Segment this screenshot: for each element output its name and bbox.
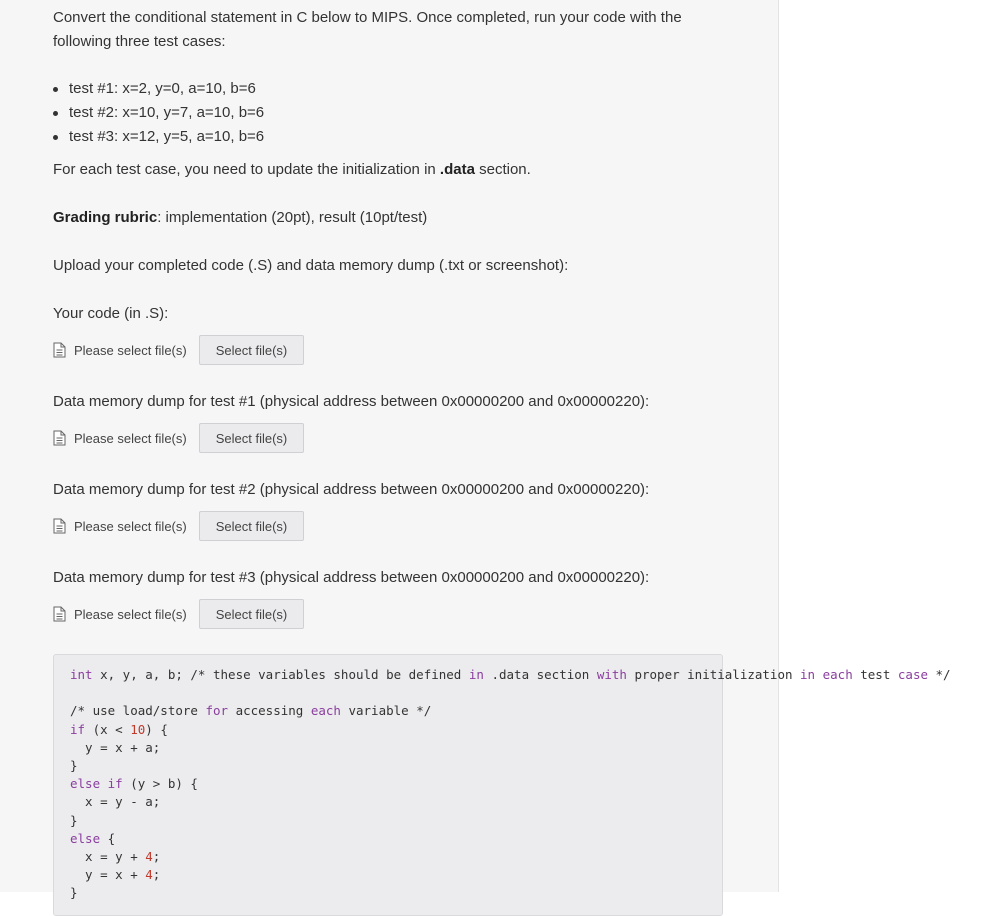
code-line: if (x < 10) { [70, 721, 168, 737]
code-line: else { [70, 830, 116, 846]
upload-label-test1: Data memory dump for test #1 (physical a… [53, 393, 650, 410]
test-case-list: test #1: x=2, y=0, a=10, b=6 test #2: x=… [52, 77, 264, 149]
list-item: test #2: x=10, y=7, a=10, b=6 [52, 101, 264, 125]
file-placeholder: Please select file(s) [74, 518, 187, 534]
file-uploader-test3: Please select file(s) Select file(s) [53, 598, 305, 630]
file-placeholder: Please select file(s) [74, 342, 187, 358]
select-files-button[interactable]: Select file(s) [198, 599, 305, 629]
code-line: } [70, 812, 78, 828]
list-item: test #1: x=2, y=0, a=10, b=6 [52, 77, 264, 101]
intro-text: Convert the conditional statement in C b… [53, 9, 682, 50]
select-files-button[interactable]: Select file(s) [198, 511, 305, 541]
upload-label-code: Your code (in .S): [53, 305, 169, 322]
update-note: For each test case, you need to update t… [53, 161, 531, 178]
upload-instruction: Upload your completed code (.S) and data… [53, 257, 569, 274]
code-line: } [70, 885, 78, 901]
upload-label-test2: Data memory dump for test #2 (physical a… [53, 481, 650, 498]
c-code-listing: int x, y, a, b; /* these variables shoul… [70, 666, 951, 903]
code-line: x = y - a; [70, 794, 161, 810]
file-placeholder: Please select file(s) [74, 606, 187, 622]
file-uploader-code: Please select file(s) Select file(s) [53, 334, 305, 366]
select-files-button[interactable]: Select file(s) [198, 335, 305, 365]
file-uploader-test1: Please select file(s) Select file(s) [53, 422, 305, 454]
document-icon [53, 518, 66, 534]
code-line: /* use load/store for accessing each var… [70, 703, 432, 719]
code-line: else if (y > b) { [70, 776, 198, 792]
document-icon [53, 606, 66, 622]
upload-label-test3: Data memory dump for test #3 (physical a… [53, 569, 650, 586]
code-line: int x, y, a, b; /* these variables shoul… [70, 667, 951, 682]
code-line: y = x + a; [70, 739, 161, 755]
list-item: test #3: x=12, y=5, a=10, b=6 [52, 125, 264, 149]
code-line: x = y + 4; [70, 849, 161, 865]
code-line: y = x + 4; [70, 867, 161, 883]
code-line: } [70, 758, 78, 774]
file-uploader-test2: Please select file(s) Select file(s) [53, 510, 305, 542]
grading-rubric: Grading rubric: implementation (20pt), r… [53, 209, 428, 226]
document-icon [53, 342, 66, 358]
document-icon [53, 430, 66, 446]
file-placeholder: Please select file(s) [74, 430, 187, 446]
select-files-button[interactable]: Select file(s) [198, 423, 305, 453]
